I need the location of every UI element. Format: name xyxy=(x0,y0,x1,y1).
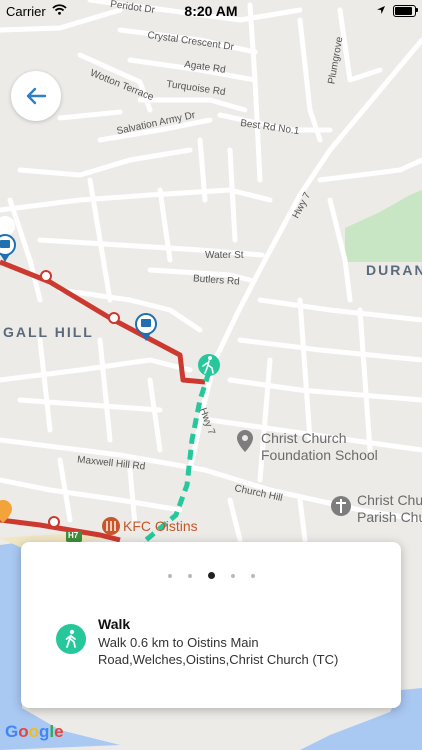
poi-label-kfc[interactable]: KFC Oistins xyxy=(123,518,198,534)
google-logo-letter: e xyxy=(54,722,64,741)
walking-person-icon xyxy=(198,354,220,376)
google-logo-letter: o xyxy=(18,722,29,741)
step-description: Walk 0.6 km to Oistins Main Road,Welches… xyxy=(98,635,339,667)
battery-level xyxy=(395,7,412,15)
google-logo-letter: o xyxy=(28,722,40,741)
area-label-durants: DURAN xyxy=(366,262,422,278)
route-badge-h7: H7 xyxy=(68,531,79,540)
church-poi-icon xyxy=(331,496,351,516)
page-dot[interactable] xyxy=(187,573,192,578)
battery-cap xyxy=(416,8,418,12)
status-bar: Carrier 8:20 AM xyxy=(0,0,422,22)
walk-step-icon xyxy=(56,624,86,654)
street-label-water: Water St xyxy=(205,250,244,261)
page-dot-active[interactable] xyxy=(207,572,215,579)
page-dot[interactable] xyxy=(167,573,172,578)
battery-icon xyxy=(393,5,416,17)
route-step-card[interactable]: Walk Walk 0.6 km to Oistins Main Road,We… xyxy=(21,542,401,708)
page-dot[interactable] xyxy=(250,573,255,578)
google-attribution: Google xyxy=(5,722,64,742)
location-arrow-icon xyxy=(377,6,385,14)
poi-label-parish-church[interactable]: Christ Chu Parish Chu xyxy=(357,492,422,526)
area-label-gall-hill: GALL HILL xyxy=(3,324,94,340)
step-title: Walk xyxy=(98,616,131,632)
poi-label-school[interactable]: Christ Church Foundation School xyxy=(261,430,378,464)
page-indicator[interactable] xyxy=(21,572,401,579)
restaurant-poi-icon xyxy=(102,517,120,535)
walking-person-icon xyxy=(65,629,76,648)
google-logo-letter: G xyxy=(5,722,19,741)
google-logo-letter: g xyxy=(39,722,50,741)
back-button[interactable] xyxy=(11,71,61,121)
status-time: 8:20 AM xyxy=(184,3,238,19)
page-dot[interactable] xyxy=(230,573,235,578)
arrow-left-icon xyxy=(26,87,47,105)
